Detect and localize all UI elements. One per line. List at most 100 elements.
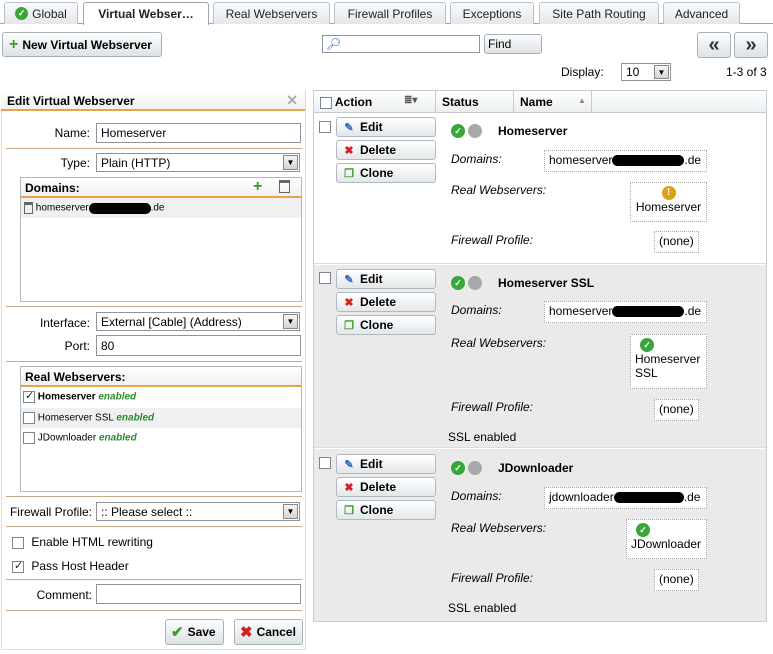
- sort-icon: ▲: [578, 96, 586, 105]
- name-field[interactable]: Homeserver: [96, 123, 301, 143]
- option-label: Enable HTML rewriting: [31, 535, 153, 549]
- domain-value: homeserver .de: [544, 301, 707, 323]
- list-item[interactable]: Homeserver SSL enabled: [21, 408, 301, 428]
- tab-exceptions[interactable]: Exceptions: [450, 2, 534, 24]
- firewall-profile-label: Firewall Profile:: [451, 400, 534, 414]
- search-input[interactable]: 🔎︎: [322, 35, 480, 53]
- pass-host-header-option[interactable]: Pass Host Header: [12, 559, 129, 573]
- ok-icon: ✓: [640, 337, 654, 352]
- chevron-right-icon: »: [745, 33, 757, 56]
- status-indicators: ✓: [451, 460, 483, 475]
- tab-virtual-webservers[interactable]: Virtual Webser…: [83, 2, 209, 25]
- enabled-status-icon[interactable]: ✓: [451, 460, 465, 475]
- find-button[interactable]: Find: [484, 34, 542, 54]
- row-checkbox[interactable]: [319, 271, 331, 284]
- delete-button[interactable]: ✖ Delete: [336, 292, 436, 312]
- checkbox[interactable]: [12, 559, 24, 573]
- checkbox[interactable]: [23, 412, 35, 424]
- delete-icon: ✖: [344, 296, 354, 309]
- clone-button[interactable]: ❐ Clone: [336, 500, 436, 520]
- edit-button[interactable]: ✎ Edit: [336, 454, 436, 474]
- trash-icon[interactable]: [279, 180, 290, 193]
- redacted-text: [612, 155, 685, 167]
- row-name: Homeserver: [498, 124, 568, 138]
- firewall-profile-select[interactable]: :: Please select :: ▼: [96, 502, 300, 521]
- disabled-status-icon[interactable]: [468, 460, 483, 475]
- html-rewrite-option[interactable]: Enable HTML rewriting: [12, 535, 153, 549]
- tab-advanced[interactable]: Advanced: [663, 2, 740, 24]
- enabled-status-icon[interactable]: ✓: [451, 275, 465, 290]
- edit-icon: ✎: [344, 121, 354, 134]
- clone-button[interactable]: ❐ Clone: [336, 315, 436, 335]
- real-webserver-name: Homeserver SSL: [635, 351, 701, 380]
- tab-label: Site Path Routing: [552, 6, 646, 21]
- status-text: enabled: [116, 412, 155, 424]
- chevron-left-icon: «: [708, 33, 720, 56]
- interface-select[interactable]: External [Cable] (Address) ▼: [96, 312, 300, 331]
- edit-icon: ✎: [344, 458, 354, 471]
- button-label: Clone: [360, 318, 394, 332]
- select-value: 10: [626, 65, 640, 79]
- ok-icon: ✓: [636, 522, 650, 537]
- firewall-profile-value: (none): [654, 231, 699, 253]
- column-name[interactable]: Name ▲: [514, 91, 592, 113]
- tab-real-webservers[interactable]: Real Webservers: [213, 2, 330, 24]
- row-checkbox[interactable]: [319, 456, 331, 469]
- delete-button[interactable]: ✖ Delete: [336, 477, 436, 497]
- domain-suffix: de: [687, 304, 702, 318]
- chevron-down-icon: ▼: [654, 65, 669, 79]
- select-all-checkbox[interactable]: [320, 96, 332, 109]
- new-virtual-webserver-button[interactable]: + New Virtual Webserver: [2, 32, 162, 57]
- column-status[interactable]: Status: [436, 91, 514, 113]
- column-menu-icon[interactable]: ≣▾: [404, 95, 417, 106]
- disabled-status-icon[interactable]: [468, 123, 483, 138]
- edit-button[interactable]: ✎ Edit: [336, 117, 436, 137]
- item-name: JDownloader: [37, 432, 97, 444]
- domain-suffix: de: [687, 490, 701, 504]
- domains-header: Domains: +: [21, 178, 301, 198]
- list-item[interactable]: Homeserver enabled: [21, 387, 301, 408]
- port-value: 80: [101, 338, 115, 353]
- save-button[interactable]: ✔ Save: [165, 619, 224, 645]
- list-item[interactable]: homeserver .de: [21, 198, 301, 218]
- tab-bar: ✓ Global Virtual Webser… Real Webservers …: [0, 0, 773, 25]
- firewall-profile-value: (none): [654, 399, 699, 421]
- enabled-status-icon[interactable]: ✓: [451, 123, 465, 138]
- type-select[interactable]: Plain (HTTP) ▼: [96, 153, 300, 172]
- trash-icon[interactable]: [24, 202, 33, 214]
- edit-button[interactable]: ✎ Edit: [336, 269, 436, 289]
- panel-title: Edit Virtual Webserver: [7, 94, 135, 108]
- port-field[interactable]: 80: [96, 335, 301, 356]
- divider: [6, 306, 302, 307]
- add-domain-icon[interactable]: +: [253, 178, 262, 196]
- disabled-status-icon[interactable]: [468, 275, 483, 290]
- button-label: Clone: [360, 503, 394, 517]
- divider: [6, 610, 302, 611]
- clone-button[interactable]: ❐ Clone: [336, 163, 436, 183]
- plus-icon: +: [9, 35, 19, 53]
- checkbox[interactable]: [23, 432, 35, 444]
- tab-global[interactable]: ✓ Global: [4, 2, 78, 24]
- interface-label: Interface:: [39, 316, 90, 330]
- firewall-profile-text: (none): [659, 572, 694, 586]
- row-checkbox[interactable]: [319, 120, 331, 133]
- domain-prefix: jdownloader: [549, 490, 614, 504]
- button-label: Delete: [360, 295, 397, 309]
- checkbox[interactable]: [12, 536, 24, 549]
- tab-firewall-profiles[interactable]: Firewall Profiles: [334, 2, 446, 24]
- column-action[interactable]: Action ≣▾: [314, 91, 436, 113]
- divider: [6, 526, 302, 527]
- prev-page-button[interactable]: «: [697, 32, 731, 58]
- chevron-down-icon: ▼: [283, 504, 298, 519]
- comment-field[interactable]: [96, 584, 301, 604]
- delete-button[interactable]: ✖ Delete: [336, 140, 436, 160]
- checkbox[interactable]: [23, 389, 35, 403]
- row-name: JDownloader: [498, 461, 574, 475]
- next-page-button[interactable]: »: [734, 32, 768, 58]
- close-icon[interactable]: ✕: [286, 92, 298, 109]
- list-item[interactable]: JDownloader enabled: [21, 428, 301, 448]
- table-row: ✎ Edit ✖ Delete ❐ Clone ✓ JDownloader Domai…: [314, 449, 766, 621]
- tab-site-path-routing[interactable]: Site Path Routing: [539, 2, 659, 24]
- cancel-button[interactable]: ✖ Cancel: [234, 619, 303, 645]
- display-select[interactable]: 10 ▼: [621, 63, 671, 81]
